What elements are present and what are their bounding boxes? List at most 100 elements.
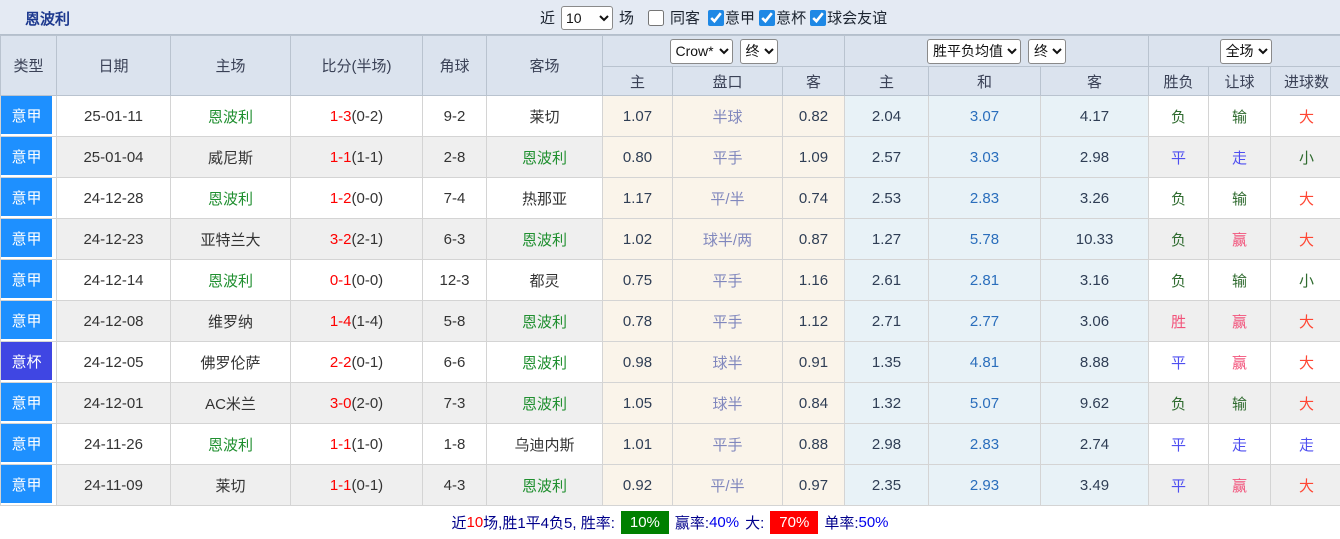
europe-draw-odds: 5.07	[929, 383, 1041, 424]
home-team[interactable]: 恩波利	[171, 424, 291, 465]
match-score: 2-2(0-1)	[291, 342, 423, 383]
home-team[interactable]: 恩波利	[171, 96, 291, 137]
away-team[interactable]: 恩波利	[487, 219, 603, 260]
home-team[interactable]: 莱切	[171, 465, 291, 506]
handicap-select-header: Crow* 终	[603, 36, 845, 67]
league-badge: 意甲	[1, 383, 52, 421]
col-header-eu-home: 主	[845, 67, 929, 96]
europe-home-odds: 1.32	[845, 383, 929, 424]
odds-type-select[interactable]: 胜平负均值	[927, 39, 1021, 64]
home-team[interactable]: 亚特兰大	[171, 219, 291, 260]
col-header-away: 客场	[487, 36, 603, 96]
recent-count-select[interactable]: 10	[561, 6, 613, 30]
match-score: 1-3(0-2)	[291, 96, 423, 137]
match-result: 平	[1149, 424, 1209, 465]
col-header-goals-result: 进球数	[1271, 67, 1340, 96]
filter-controls: 近 10 场 同客 意甲 意杯 球会友谊	[536, 0, 887, 35]
away-team[interactable]: 恩波利	[487, 301, 603, 342]
handicap-line: 平手	[673, 260, 783, 301]
league-badge: 意甲	[1, 219, 52, 257]
handicap-home-odds: 0.92	[603, 465, 673, 506]
handicap-result: 输	[1209, 96, 1271, 137]
away-team[interactable]: 乌迪内斯	[487, 424, 603, 465]
scope-select[interactable]: 全场	[1220, 39, 1272, 64]
handicap-home-odds: 0.75	[603, 260, 673, 301]
match-rows: 意甲25-01-11恩波利1-3(0-2)9-2莱切1.07半球0.822.04…	[1, 96, 1340, 506]
away-team[interactable]: 恩波利	[487, 137, 603, 178]
europe-away-odds: 3.16	[1041, 260, 1149, 301]
handicap-result: 输	[1209, 260, 1271, 301]
odds-time-select[interactable]: 终	[1028, 39, 1066, 64]
corner-count: 6-3	[423, 219, 487, 260]
match-result: 负	[1149, 96, 1209, 137]
match-date: 25-01-11	[57, 96, 171, 137]
handicap-away-odds: 0.74	[783, 178, 845, 219]
match-result: 平	[1149, 342, 1209, 383]
handicap-company-select[interactable]: Crow*	[670, 39, 733, 64]
goals-result: 大	[1271, 219, 1340, 260]
col-header-type: 类型	[1, 36, 57, 96]
europe-away-odds: 9.62	[1041, 383, 1149, 424]
handicap-away-odds: 0.82	[783, 96, 845, 137]
handicap-result: 走	[1209, 137, 1271, 178]
win-odds-label: 赢率:	[675, 512, 709, 533]
match-date: 25-01-04	[57, 137, 171, 178]
europe-draw-odds: 3.03	[929, 137, 1041, 178]
europe-home-odds: 2.61	[845, 260, 929, 301]
handicap-away-odds: 0.91	[783, 342, 845, 383]
handicap-result: 输	[1209, 383, 1271, 424]
single-rate: 50%	[858, 514, 888, 531]
league-type-cell: 意甲	[1, 219, 57, 260]
match-score: 1-1(0-1)	[291, 465, 423, 506]
europe-away-odds: 3.49	[1041, 465, 1149, 506]
away-team[interactable]: 恩波利	[487, 342, 603, 383]
filter-cup-label: 意杯	[776, 7, 806, 28]
away-team[interactable]: 莱切	[487, 96, 603, 137]
away-team[interactable]: 都灵	[487, 260, 603, 301]
europe-away-odds: 3.26	[1041, 178, 1149, 219]
home-team[interactable]: AC米兰	[171, 383, 291, 424]
away-team[interactable]: 恩波利	[487, 465, 603, 506]
match-date: 24-12-08	[57, 301, 171, 342]
league-type-cell: 意甲	[1, 178, 57, 219]
handicap-result: 赢	[1209, 342, 1271, 383]
same-away-label: 同客	[670, 7, 700, 28]
filter-seriea-checkbox[interactable]	[708, 10, 724, 26]
page-title: 恩波利	[25, 8, 70, 29]
col-header-ah-line: 盘口	[673, 67, 783, 96]
table-row: 意甲24-12-14恩波利0-1(0-0)12-3都灵0.75平手1.162.6…	[1, 260, 1340, 301]
europe-draw-odds: 2.81	[929, 260, 1041, 301]
handicap-home-odds: 1.02	[603, 219, 673, 260]
home-team[interactable]: 维罗纳	[171, 301, 291, 342]
handicap-result: 赢	[1209, 465, 1271, 506]
handicap-result: 赢	[1209, 219, 1271, 260]
league-type-cell: 意杯	[1, 342, 57, 383]
league-type-cell: 意甲	[1, 301, 57, 342]
away-team[interactable]: 热那亚	[487, 178, 603, 219]
europe-home-odds: 1.35	[845, 342, 929, 383]
filter-friendly-checkbox[interactable]	[810, 10, 826, 26]
europe-away-odds: 2.98	[1041, 137, 1149, 178]
europe-home-odds: 2.71	[845, 301, 929, 342]
col-header-eu-away: 客	[1041, 67, 1149, 96]
goals-result: 走	[1271, 424, 1340, 465]
scope-select-header: 全场	[1149, 36, 1340, 67]
summary-bar: 近10场,胜1平4负5, 胜率: 10% 赢率:40% 大: 70% 单率:50…	[0, 506, 1340, 539]
home-team[interactable]: 威尼斯	[171, 137, 291, 178]
league-badge: 意甲	[1, 178, 52, 216]
odds-select-header: 胜平负均值 终	[845, 36, 1149, 67]
home-team[interactable]: 佛罗伦萨	[171, 342, 291, 383]
handicap-away-odds: 0.97	[783, 465, 845, 506]
corner-count: 5-8	[423, 301, 487, 342]
home-team[interactable]: 恩波利	[171, 178, 291, 219]
away-team[interactable]: 恩波利	[487, 383, 603, 424]
filter-cup-checkbox[interactable]	[759, 10, 775, 26]
europe-draw-odds: 2.83	[929, 424, 1041, 465]
same-away-checkbox[interactable]	[648, 10, 664, 26]
handicap-time-select[interactable]: 终	[740, 39, 778, 64]
europe-away-odds: 3.06	[1041, 301, 1149, 342]
col-header-handicap-result: 让球	[1209, 67, 1271, 96]
col-header-ah-away: 客	[783, 67, 845, 96]
home-team[interactable]: 恩波利	[171, 260, 291, 301]
games-label: 场	[619, 7, 634, 28]
